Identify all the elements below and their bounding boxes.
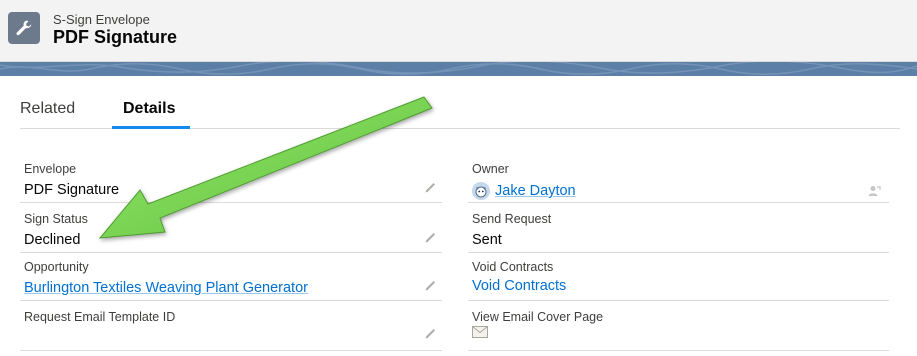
field-send-request: Send Request Sent	[468, 204, 889, 253]
avatar	[472, 182, 490, 200]
pencil-icon[interactable]	[424, 326, 438, 340]
field-label: Sign Status	[24, 212, 88, 226]
tab-bar: Related Details	[20, 90, 900, 129]
field-label: Request Email Template ID	[24, 310, 176, 324]
field-owner: Owner Jake Dayton	[468, 154, 889, 203]
field-void-contracts: Void Contracts Void Contracts	[468, 252, 889, 301]
field-value: Declined	[24, 232, 81, 248]
field-label: Envelope	[24, 162, 77, 176]
field-envelope: Envelope PDF Signature	[20, 154, 442, 203]
pencil-icon[interactable]	[424, 180, 438, 194]
decorative-band	[0, 62, 917, 76]
field-label: View Email Cover Page	[472, 310, 604, 324]
owner-link[interactable]: Jake Dayton	[495, 183, 576, 199]
field-label: Void Contracts	[472, 260, 554, 274]
change-owner-icon[interactable]	[867, 184, 881, 198]
field-value: PDF Signature	[24, 182, 120, 198]
wrench-icon	[8, 12, 40, 44]
pencil-icon[interactable]	[424, 278, 438, 292]
field-label: Owner	[472, 162, 509, 176]
active-tab-indicator	[112, 126, 190, 129]
field-sign-status: Sign Status Declined	[20, 204, 442, 253]
tab-details[interactable]: Details	[123, 100, 175, 118]
record-title: PDF Signature	[53, 27, 178, 47]
field-request-email-template-id: Request Email Template ID	[20, 302, 442, 351]
field-label: Opportunity	[24, 260, 89, 274]
field-view-email-cover-page: View Email Cover Page	[468, 302, 889, 351]
pencil-icon[interactable]	[424, 230, 438, 244]
record-header: S-Sign Envelope PDF Signature	[0, 0, 917, 62]
field-label: Send Request	[472, 212, 552, 226]
field-opportunity: Opportunity Burlington Textiles Weaving …	[20, 252, 442, 301]
envelope-icon[interactable]	[472, 326, 488, 338]
tab-related[interactable]: Related	[20, 100, 75, 118]
field-value: Sent	[472, 232, 502, 248]
opportunity-link[interactable]: Burlington Textiles Weaving Plant Genera…	[24, 280, 308, 296]
void-contracts-link[interactable]: Void Contracts	[472, 278, 566, 294]
object-type-label: S-Sign Envelope	[53, 12, 150, 27]
